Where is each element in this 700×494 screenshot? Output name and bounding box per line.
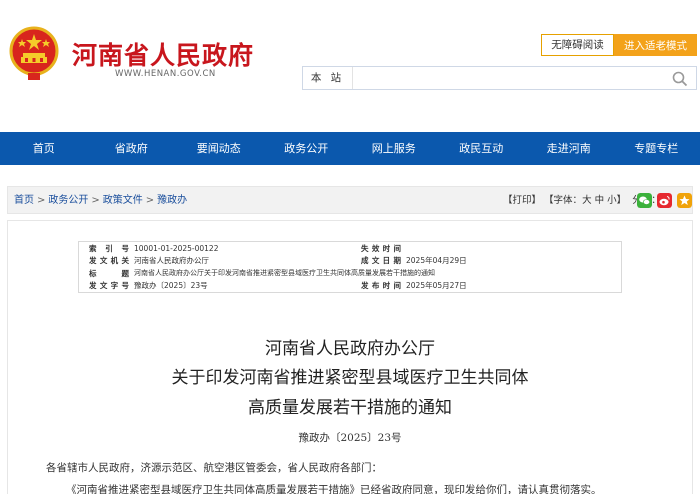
weibo-icon[interactable] <box>657 193 672 208</box>
meta-value: 豫政办〔2025〕23号 <box>134 281 208 291</box>
breadcrumb-separator: > <box>91 195 100 206</box>
breadcrumb-home[interactable]: 首页 <box>14 195 34 206</box>
national-emblem-icon <box>9 26 59 80</box>
accessibility-button[interactable]: 无障碍阅读 <box>541 34 614 56</box>
search-input[interactable] <box>359 69 659 87</box>
document-salutation: 各省辖市人民政府，济源示范区、航空港区管委会，省人民政府各部门： <box>46 462 382 474</box>
font-size-suffix: 】 <box>616 195 627 206</box>
nav-item-special-topics[interactable]: 专题专栏 <box>613 132 700 165</box>
nav-item-open-affairs[interactable]: 政务公开 <box>263 132 351 165</box>
meta-label: 失效时间 <box>361 243 401 253</box>
document-title-line-1: 河南省人民政府办公厅 <box>265 339 435 359</box>
document-title-line-2: 关于印发河南省推进紧密型县域医疗卫生共同体 <box>171 368 529 388</box>
nav-item-news[interactable]: 要闻动态 <box>175 132 263 165</box>
breadcrumb-bar: 首页>政务公开>政策文件>豫政办 【打印】 【字体：大 中 小】 分享： <box>7 186 693 214</box>
font-large-button[interactable]: 大 <box>582 195 592 206</box>
share-icons <box>637 193 692 208</box>
meta-value: 2025年05月27日 <box>406 281 467 291</box>
document-body-paragraph: 《河南省推进紧密型县域医疗卫生共同体高质量发展若干措施》已经省政府同意，现印发给… <box>66 484 602 494</box>
meta-row: 发文机关 河南省人民政府办公厅 成文日期 2025年04月29日 <box>79 255 621 268</box>
nav-item-home[interactable]: 首页 <box>0 132 88 165</box>
main-nav: 首页 省政府 要闻动态 政务公开 网上服务 政民互动 走进河南 专题专栏 <box>0 132 700 165</box>
breadcrumb-current[interactable]: 豫政办 <box>157 195 187 206</box>
meta-label: 标 题 <box>89 268 129 278</box>
site-url: WWW.HENAN.GOV.CN <box>115 69 216 79</box>
document-title-line-3: 高质量发展若干措施的通知 <box>248 398 452 418</box>
nav-item-online-services[interactable]: 网上服务 <box>350 132 438 165</box>
breadcrumb-separator: > <box>145 195 155 206</box>
meta-label: 成文日期 <box>361 256 401 266</box>
site-title[interactable]: 河南省人民政府 <box>72 36 254 72</box>
breadcrumb-open-affairs[interactable]: 政务公开 <box>48 195 88 206</box>
meta-value: 河南省人民政府办公厅 <box>134 256 209 266</box>
meta-label: 索 引 号 <box>89 243 129 253</box>
meta-row: 索 引 号 10001-01-2025-00122 失效时间 <box>79 242 621 255</box>
document-number: 豫政办〔2025〕23号 <box>298 432 402 444</box>
favorite-star-icon[interactable] <box>677 193 692 208</box>
meta-value: 河南省人民政府办公厅关于印发河南省推进紧密型县域医疗卫生共同体高质量发展若干措施… <box>134 269 435 278</box>
font-small-button[interactable]: 小 <box>607 195 617 206</box>
site-header: 河南省人民政府 WWW.HENAN.GOV.CN 无障碍阅读 进入适老模式 本 … <box>0 0 700 132</box>
meta-value: 10001-01-2025-00122 <box>134 243 219 253</box>
nav-item-about-henan[interactable]: 走进河南 <box>525 132 613 165</box>
document-meta-table: 索 引 号 10001-01-2025-00122 失效时间 发文机关 河南省人… <box>78 241 622 293</box>
font-size-prefix: 【字体： <box>544 195 583 206</box>
print-button[interactable]: 【打印】 <box>503 195 541 206</box>
nav-item-interaction[interactable]: 政民互动 <box>438 132 526 165</box>
search-box: 本 站 <box>302 66 697 90</box>
meta-label: 发文机关 <box>89 256 129 266</box>
search-icon[interactable] <box>671 70 689 88</box>
nav-item-government[interactable]: 省政府 <box>88 132 176 165</box>
wechat-icon[interactable] <box>637 193 652 208</box>
breadcrumb: 首页 > 政务公开 > 政策文件 > 豫政办 <box>14 187 187 214</box>
breadcrumb-policy-documents[interactable]: 政策文件 <box>103 195 143 206</box>
meta-label: 发布时间 <box>361 281 401 291</box>
meta-value: 2025年04月29日 <box>406 256 467 266</box>
meta-row: 标 题 河南省人民政府办公厅关于印发河南省推进紧密型县域医疗卫生共同体高质量发展… <box>79 267 621 280</box>
breadcrumb-separator: > <box>37 195 46 206</box>
font-medium-button[interactable]: 中 <box>595 195 605 206</box>
meta-label: 发文字号 <box>89 281 129 291</box>
search-scope-select[interactable]: 本 站 <box>303 67 353 89</box>
elder-mode-button[interactable]: 进入适老模式 <box>614 34 697 56</box>
meta-row: 发文字号 豫政办〔2025〕23号 发布时间 2025年05月27日 <box>79 280 621 293</box>
